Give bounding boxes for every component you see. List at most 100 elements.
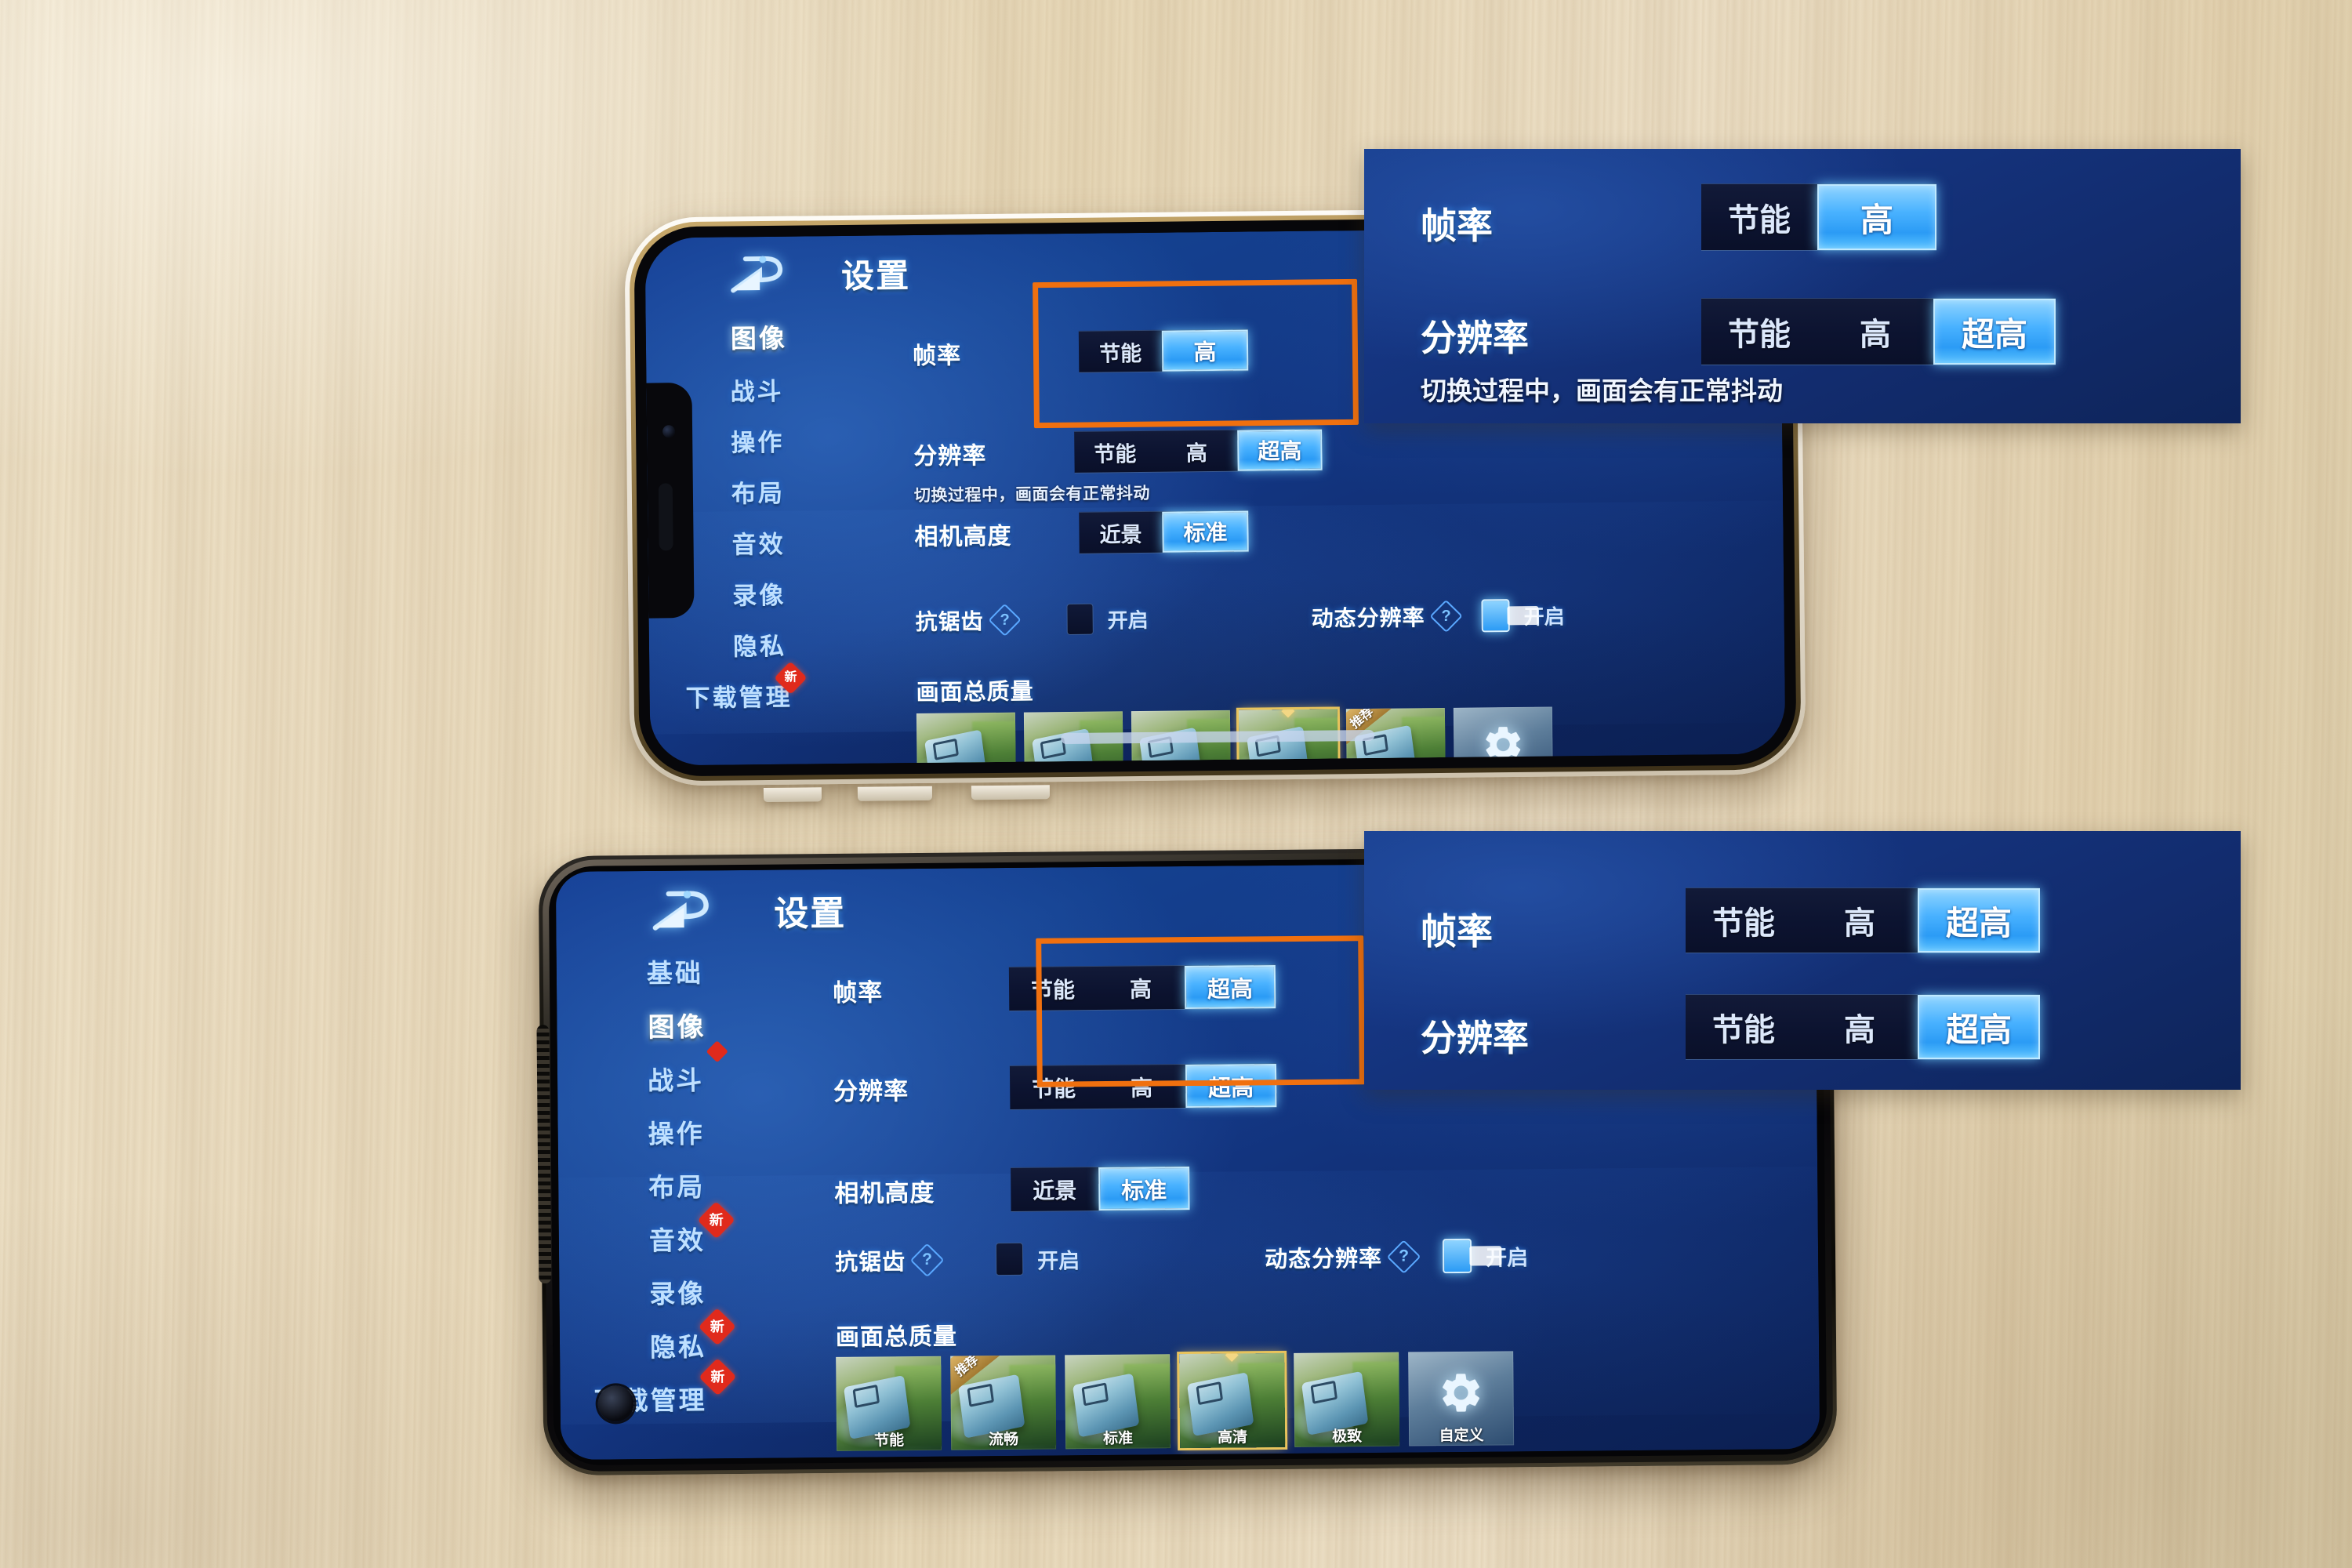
- camera-option-standard[interactable]: 标准: [1098, 1166, 1190, 1210]
- camera-option-close[interactable]: 近景: [1011, 1167, 1098, 1211]
- resolution-option-high[interactable]: 高: [1156, 430, 1238, 472]
- antialias-value: 开启: [1036, 1248, 1080, 1273]
- callout-resolution-label: 分辨率: [1421, 1018, 1529, 1058]
- callout-top-resolution-control[interactable]: 节能 高 超高: [1701, 298, 2056, 365]
- quality-preset-custom[interactable]: 自定义: [1408, 1351, 1515, 1446]
- dynres-checkbox[interactable]: 开启: [1481, 598, 1565, 633]
- quality-label: 画面总质量: [916, 679, 1034, 706]
- sidebar-item-record[interactable]: 录像: [559, 1265, 726, 1319]
- sidebar-item-image[interactable]: 图像: [644, 302, 804, 375]
- sidebar-item-label: 基础: [646, 958, 704, 989]
- back-arrow-icon[interactable]: [650, 890, 713, 933]
- camera-option-close[interactable]: 近景: [1079, 512, 1163, 554]
- resolution-note: 切换过程中，画面会有正常抖动: [913, 484, 1151, 506]
- zoom-callout-top: 帧率 节能 高 分辨率 节能 高 超高 切换过程中，画面会有正常抖动: [1364, 149, 2241, 423]
- highlight-box-bottom-phone: [1036, 935, 1365, 1087]
- sidebar-item-basic[interactable]: 基础: [557, 945, 724, 998]
- checkbox-box[interactable]: [1481, 599, 1510, 633]
- checkbox-box[interactable]: [1442, 1238, 1472, 1274]
- top-bar: 设置: [650, 885, 847, 937]
- sidebar-item-label: 操作: [731, 428, 785, 457]
- camera-height-segmented-control[interactable]: 近景 标准: [1011, 1165, 1190, 1212]
- resolution-option-eco[interactable]: 节能: [1074, 431, 1156, 473]
- callout-framerate-option-high[interactable]: 高: [1802, 888, 1918, 953]
- callout-framerate-label: 帧率: [1421, 911, 1493, 952]
- resolution-segmented-control[interactable]: 节能 高 超高: [1074, 428, 1323, 474]
- quality-preset-4[interactable]: 极致: [1294, 1352, 1400, 1447]
- antialias-checkbox[interactable]: 开启: [995, 1242, 1080, 1276]
- sidebar-item-label: 音效: [648, 1225, 706, 1255]
- quality-preset-row: 节能 推荐 流畅 标准 高清 极致 自定义: [836, 1351, 1515, 1451]
- highlight-box-top-phone: [1033, 278, 1359, 429]
- callout-resolution-option-high[interactable]: 高: [1802, 995, 1918, 1059]
- question-mark-icon[interactable]: ?: [1386, 1239, 1421, 1274]
- checkbox-box[interactable]: [1066, 603, 1094, 635]
- dynres-checkbox[interactable]: 开启: [1442, 1238, 1528, 1274]
- row-antialias: 抗锯齿 ? 开启: [835, 1242, 1080, 1277]
- callout-resolution-option-eco[interactable]: 节能: [1701, 299, 1817, 365]
- page-title: 设置: [840, 257, 911, 295]
- callout-top-framerate-row: 帧率: [1421, 198, 1577, 249]
- quality-preset-3[interactable]: 高清: [1179, 1352, 1286, 1449]
- sidebar-item-controls[interactable]: 操作: [557, 1105, 724, 1160]
- quality-preset-0[interactable]: 节能: [916, 712, 1017, 766]
- callout-framerate-option-eco[interactable]: 节能: [1686, 888, 1802, 953]
- callout-resolution-option-ultra[interactable]: 超高: [1933, 299, 2056, 365]
- speaker-grill: [536, 1025, 552, 1284]
- question-mark-icon[interactable]: ?: [1429, 599, 1463, 633]
- resolution-option-ultra[interactable]: 超高: [1237, 429, 1323, 471]
- callout-framerate-option-eco[interactable]: 节能: [1701, 184, 1817, 250]
- row-camera-height: 相机高度 近景 标准: [914, 510, 1249, 556]
- question-mark-icon[interactable]: ?: [988, 603, 1022, 637]
- callout-resolution-option-eco[interactable]: 节能: [1686, 995, 1802, 1059]
- callout-resolution-option-ultra[interactable]: 超高: [1918, 995, 2040, 1059]
- callout-resolution-option-high[interactable]: 高: [1817, 299, 1933, 365]
- sidebar-item-layout[interactable]: 布局: [558, 1158, 725, 1213]
- punch-hole-camera: [597, 1385, 634, 1422]
- gear-icon: [1437, 1369, 1485, 1421]
- top-bar: 设置: [728, 249, 911, 299]
- sidebar-item-download-manager[interactable]: 下载管理 新: [649, 661, 808, 721]
- callout-top-framerate-control[interactable]: 节能 高: [1701, 183, 1936, 251]
- zoom-callout-bottom: 帧率 节能 高 超高 分辨率 节能 高 超高: [1364, 831, 2241, 1090]
- quality-preset-2[interactable]: 标准: [1065, 1354, 1171, 1450]
- question-mark-icon[interactable]: ?: [909, 1242, 945, 1277]
- earpiece-speaker: [658, 483, 673, 551]
- antialias-value: 开启: [1107, 608, 1149, 632]
- callout-bottom-resolution-control[interactable]: 节能 高 超高: [1686, 994, 2040, 1060]
- callout-framerate-option-ultra[interactable]: 超高: [1918, 888, 2040, 953]
- framerate-label: 帧率: [832, 978, 884, 1007]
- antialias-checkbox[interactable]: 开启: [1066, 603, 1149, 635]
- sidebar-item-download-manager[interactable]: 下载管理 新: [560, 1358, 737, 1426]
- sidebar-item-image[interactable]: 图像: [555, 989, 728, 1063]
- camera-option-standard[interactable]: 标准: [1162, 510, 1249, 553]
- quality-preset-0[interactable]: 节能: [836, 1356, 942, 1451]
- row-dynamic-resolution: 动态分辨率 ? 开启: [1265, 1238, 1528, 1275]
- quality-preset-1[interactable]: 推荐 流畅: [950, 1355, 1057, 1450]
- sidebar-item-label: 图像: [730, 323, 788, 354]
- row-resolution: 分辨率 节能 高 超高: [913, 428, 1323, 475]
- sidebar-item-label: 隐私: [649, 1332, 707, 1362]
- row-dynamic-resolution: 动态分辨率 ? 开启: [1311, 598, 1565, 633]
- sidebar-item-privacy[interactable]: 隐私: [649, 618, 807, 670]
- callout-resolution-label: 分辨率: [1421, 318, 1529, 358]
- callout-resolution-note: 切换过程中，画面会有正常抖动: [1421, 376, 1783, 405]
- quality-label: 画面总质量: [835, 1323, 958, 1351]
- sidebar-item-privacy[interactable]: 隐私 新: [560, 1308, 736, 1373]
- sidebar-item-label: 战斗: [730, 377, 784, 406]
- camera-height-segmented-control[interactable]: 近景 标准: [1079, 510, 1249, 554]
- sidebar-item-audio[interactable]: 音效 新: [559, 1201, 735, 1266]
- checkbox-box[interactable]: [995, 1242, 1024, 1276]
- camera-height-label: 相机高度: [914, 523, 1012, 551]
- phone-top-notch: [646, 382, 695, 619]
- framerate-label: 帧率: [912, 343, 962, 370]
- back-arrow-icon[interactable]: [728, 255, 787, 295]
- sidebar-item-battle[interactable]: 战斗: [557, 1051, 724, 1106]
- callout-framerate-option-high[interactable]: 高: [1817, 184, 1936, 250]
- sidebar-item-label: 操作: [648, 1119, 705, 1149]
- sidebar-item-label: 战斗: [647, 1065, 705, 1096]
- callout-bottom-framerate-control[interactable]: 节能 高 超高: [1686, 887, 2040, 953]
- sidebar-nav-bottom: 基础 图像 战斗 操作 布局 音效 新 录像 隐私 新 下载管理 新: [555, 945, 737, 1426]
- resolution-label: 分辨率: [913, 443, 987, 470]
- callout-top-resolution-row: 分辨率: [1421, 310, 1601, 361]
